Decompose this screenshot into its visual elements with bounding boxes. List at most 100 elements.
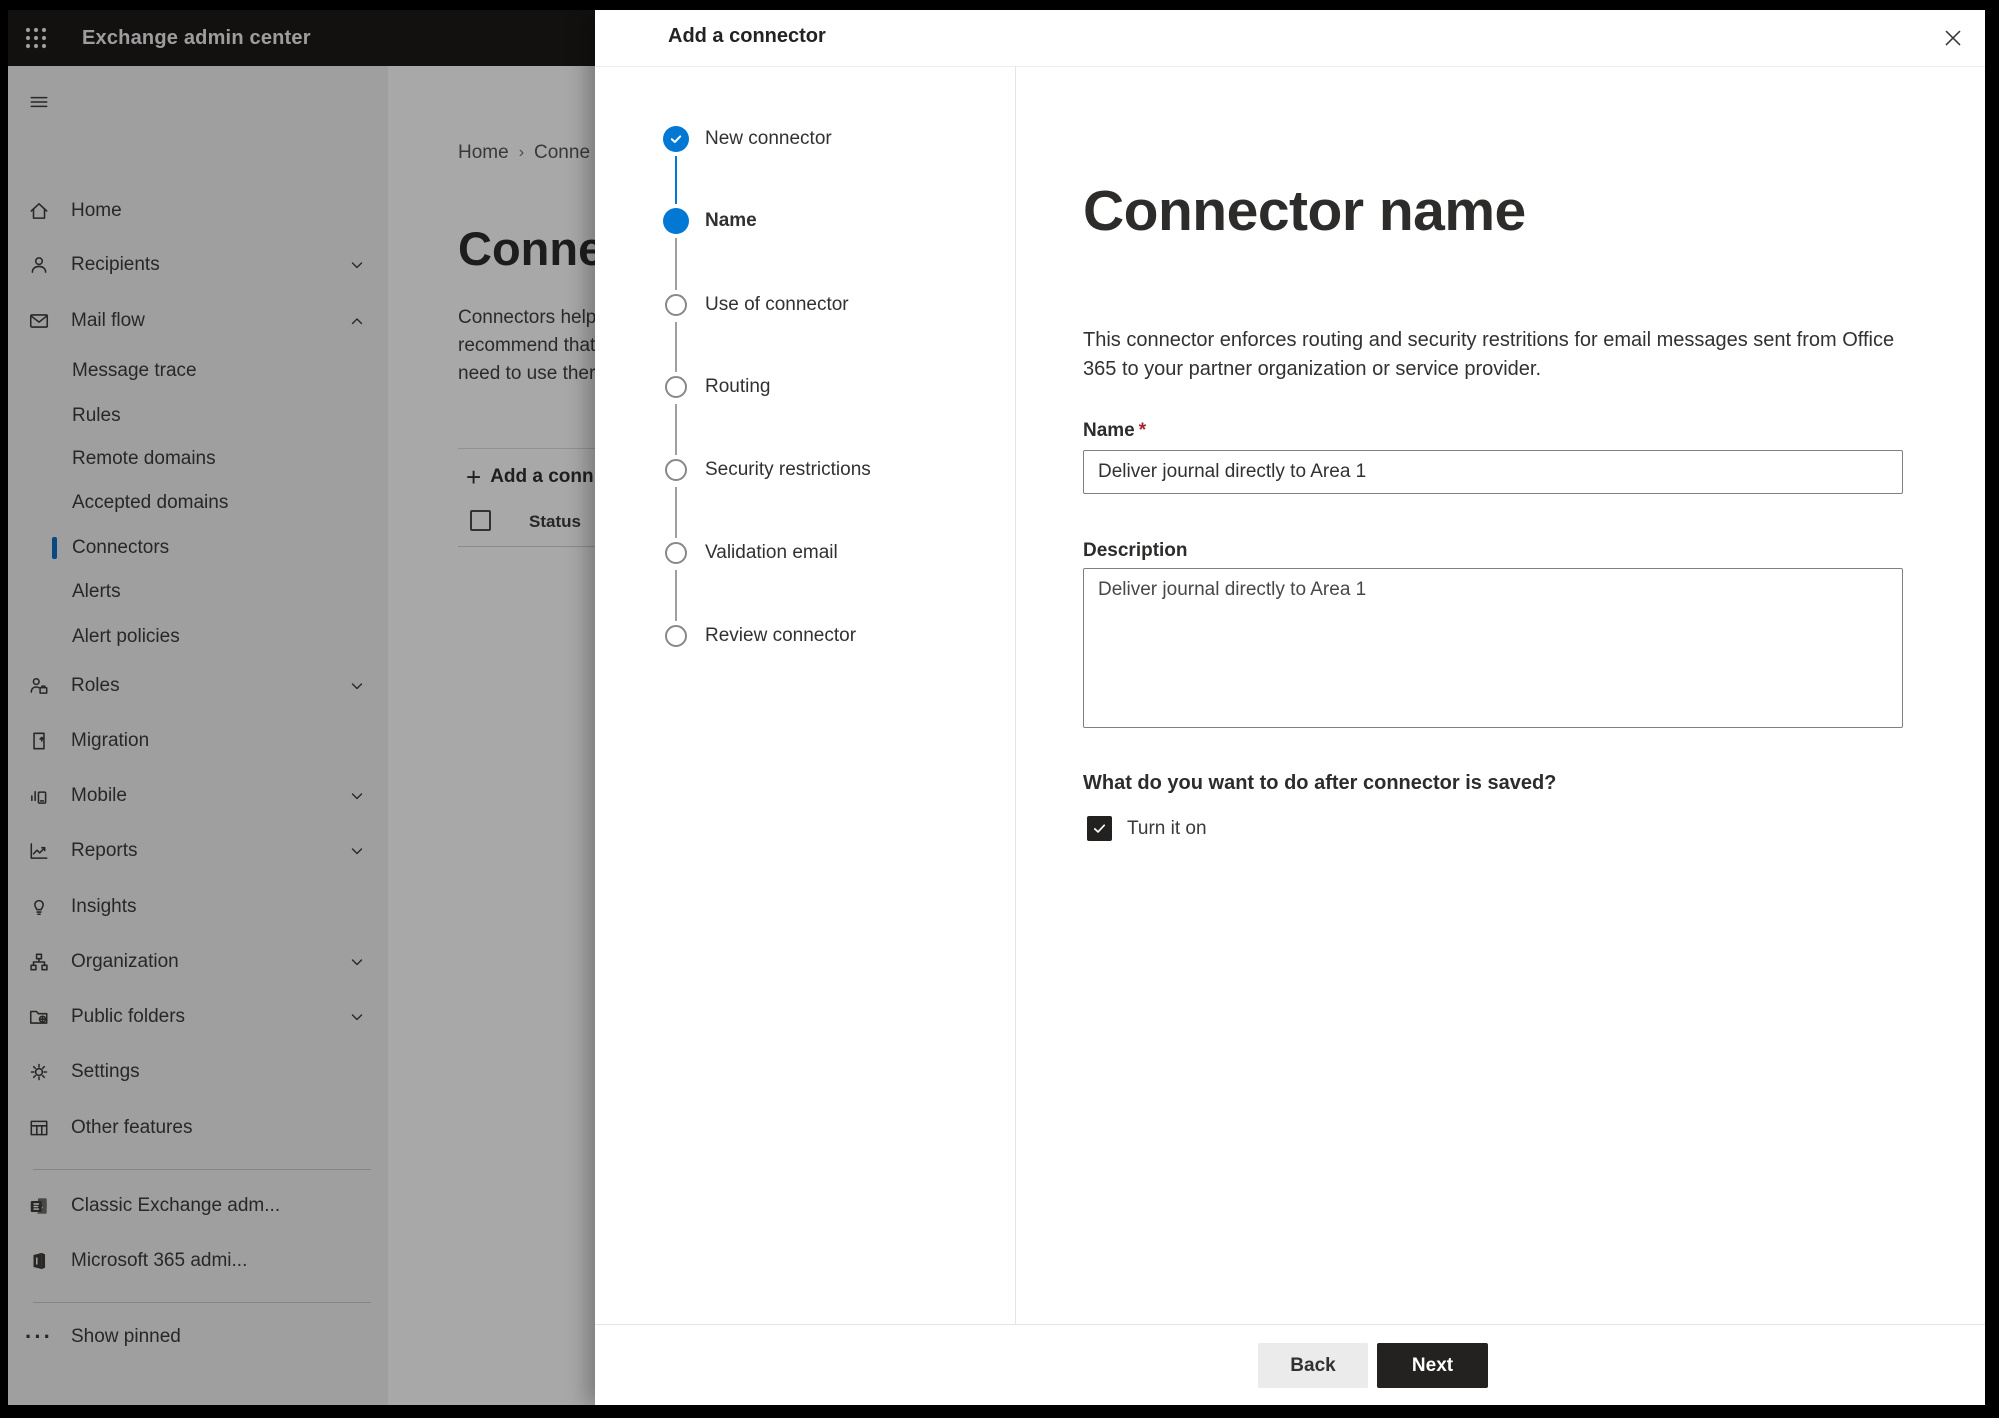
sidebar-item-microsoft-365-admin[interactable]: Microsoft 365 admi... bbox=[8, 1241, 388, 1281]
sidebar-item-label: Alert policies bbox=[72, 626, 180, 647]
roles-icon bbox=[26, 673, 52, 699]
connector-description-textarea[interactable]: Deliver journal directly to Area 1 bbox=[1083, 568, 1903, 728]
sidebar-item-rules[interactable]: Rules bbox=[8, 396, 388, 436]
step-label: Use of connector bbox=[705, 294, 849, 315]
name-label-text: Name bbox=[1083, 420, 1135, 441]
description-field-label: Description bbox=[1083, 540, 1188, 561]
step-label: New connector bbox=[705, 128, 832, 149]
dialog-header: Add a connector bbox=[595, 10, 1985, 66]
checkbox-checked-icon[interactable] bbox=[1087, 816, 1112, 841]
chevron-up-icon bbox=[346, 310, 368, 332]
page-description-line: need to use ther bbox=[458, 363, 596, 384]
sidebar-item-recipients[interactable]: Recipients bbox=[8, 245, 388, 285]
add-connector-button[interactable]: + Add a conn bbox=[466, 464, 594, 490]
sidebar-item-other-features[interactable]: Other features bbox=[8, 1108, 388, 1148]
required-asterisk: * bbox=[1138, 420, 1147, 441]
sidebar-item-mobile[interactable]: Mobile bbox=[8, 776, 388, 816]
line-chart-icon bbox=[26, 838, 52, 864]
sidebar-item-settings[interactable]: Settings bbox=[8, 1052, 388, 1092]
envelope-icon bbox=[26, 308, 52, 334]
sidebar-item-label: Alerts bbox=[72, 581, 121, 602]
sidebar-item-label: Rules bbox=[72, 405, 121, 426]
step-label: Review connector bbox=[705, 625, 857, 646]
lightbulb-icon bbox=[26, 894, 52, 920]
back-button[interactable]: Back bbox=[1258, 1343, 1368, 1388]
classic-exchange-icon bbox=[26, 1193, 52, 1219]
step-connector-line bbox=[675, 570, 677, 621]
chevron-down-icon bbox=[346, 840, 368, 862]
connector-intro-text: This connector enforces routing and secu… bbox=[1083, 326, 1913, 384]
sidebar-item-accepted-domains[interactable]: Accepted domains bbox=[8, 483, 388, 523]
sidebar-item-mail-flow[interactable]: Mail flow bbox=[8, 301, 388, 341]
sidebar-item-reports[interactable]: Reports bbox=[8, 831, 388, 871]
dialog-footer-divider bbox=[595, 1324, 1985, 1325]
sidebar-item-label: Message trace bbox=[72, 360, 197, 381]
breadcrumb: Home › Conne bbox=[458, 142, 590, 164]
sidebar-item-label: Organization bbox=[71, 951, 179, 972]
name-field-label: Name * bbox=[1083, 420, 1146, 442]
hamburger-icon bbox=[26, 89, 52, 115]
hamburger-menu-button[interactable] bbox=[8, 82, 388, 122]
add-connector-button-label: Add a conn bbox=[490, 466, 594, 487]
sidebar-item-alert-policies[interactable]: Alert policies bbox=[8, 617, 388, 657]
sidebar-item-organization[interactable]: Organization bbox=[8, 942, 388, 982]
turn-it-on-label: Turn it on bbox=[1127, 817, 1207, 839]
close-icon bbox=[1945, 30, 1961, 46]
sidebar-item-label: Other features bbox=[71, 1117, 193, 1138]
sidebar-item-alerts[interactable]: Alerts bbox=[8, 572, 388, 612]
step-complete-icon bbox=[663, 126, 689, 152]
turn-it-on-checkbox-row[interactable]: Turn it on bbox=[1087, 816, 1207, 841]
breadcrumb-home-link[interactable]: Home bbox=[458, 142, 509, 164]
step-current-icon bbox=[663, 208, 689, 234]
sidebar-item-label: Mobile bbox=[71, 785, 127, 806]
step-upcoming-icon bbox=[665, 459, 687, 481]
step-upcoming-icon bbox=[665, 625, 687, 647]
table-grid-icon bbox=[26, 1115, 52, 1141]
sidebar-item-label: Recipients bbox=[71, 254, 160, 275]
step-label: Routing bbox=[705, 376, 771, 397]
step-connector-line bbox=[675, 404, 677, 455]
person-icon bbox=[26, 252, 52, 278]
chevron-down-icon bbox=[346, 785, 368, 807]
page-description-line: Connectors help bbox=[458, 307, 597, 328]
ellipsis-icon: ··· bbox=[25, 1324, 53, 1349]
step-upcoming-icon bbox=[665, 542, 687, 564]
sidebar-item-label: Migration bbox=[71, 730, 150, 751]
gear-icon bbox=[26, 1059, 52, 1085]
sidebar-item-label: Public folders bbox=[71, 1006, 186, 1027]
page-description-line: recommend that bbox=[458, 335, 596, 356]
sidebar-item-roles[interactable]: Roles bbox=[8, 666, 388, 706]
sidebar-item-message-trace[interactable]: Message trace bbox=[8, 351, 388, 391]
step-label: Validation email bbox=[705, 542, 838, 563]
connector-name-input[interactable] bbox=[1083, 450, 1903, 494]
microsoft-365-icon bbox=[26, 1248, 52, 1274]
app-launcher-waffle-icon[interactable] bbox=[8, 10, 64, 66]
sidebar-item-label: Mail flow bbox=[71, 310, 145, 331]
sidebar-divider bbox=[33, 1169, 371, 1170]
step-connector-line bbox=[675, 238, 677, 290]
sidebar-item-label: Home bbox=[71, 200, 122, 221]
sidebar-item-remote-domains[interactable]: Remote domains bbox=[8, 439, 388, 479]
sidebar-item-label: Microsoft 365 admi... bbox=[71, 1250, 248, 1271]
sidebar-item-migration[interactable]: Migration bbox=[8, 721, 388, 761]
step-label: Name bbox=[705, 210, 757, 231]
next-button[interactable]: Next bbox=[1377, 1343, 1488, 1388]
sidebar-item-classic-exchange-admin[interactable]: Classic Exchange adm... bbox=[8, 1186, 388, 1226]
sidebar-item-insights[interactable]: Insights bbox=[8, 887, 388, 927]
sidebar-item-public-folders[interactable]: Public folders bbox=[8, 997, 388, 1037]
folder-globe-icon bbox=[26, 1004, 52, 1030]
chevron-down-icon bbox=[346, 951, 368, 973]
sidebar-divider bbox=[33, 1302, 371, 1303]
sidebar-item-home[interactable]: Home bbox=[8, 191, 388, 231]
sidebar-item-label: Connectors bbox=[72, 537, 170, 558]
step-connector-line bbox=[675, 487, 677, 538]
breadcrumb-chevron-icon: › bbox=[518, 144, 525, 161]
step-upcoming-icon bbox=[665, 376, 687, 398]
close-button[interactable] bbox=[1937, 22, 1969, 54]
sidebar-item-show-pinned[interactable]: ··· Show pinned bbox=[8, 1317, 388, 1357]
status-column-header[interactable]: Status bbox=[529, 512, 581, 532]
org-chart-icon bbox=[26, 949, 52, 975]
sidebar-item-connectors[interactable]: Connectors bbox=[8, 528, 388, 568]
sidebar-item-label: Classic Exchange adm... bbox=[71, 1195, 281, 1216]
select-all-checkbox[interactable] bbox=[470, 510, 491, 531]
